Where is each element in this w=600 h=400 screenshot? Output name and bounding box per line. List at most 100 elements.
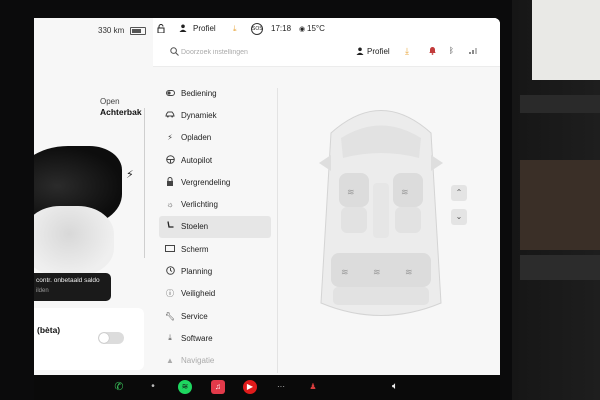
menu-label: Scherm — [181, 244, 209, 254]
beta-feature-card: (bèta) — [34, 308, 144, 370]
settings-panel: Profiel ⤓ SOS 17:18 ◉ 15°C Profiel ⤓ ᛒ — [153, 18, 500, 375]
car-icon — [163, 111, 177, 120]
profile-button[interactable]: Profiel — [367, 47, 390, 56]
menu-item-verlichting[interactable]: ☼ Verlichting — [159, 193, 271, 215]
phone-icon[interactable]: ✆ — [112, 380, 126, 394]
sos-icon[interactable]: SOS — [251, 23, 263, 35]
background-window — [532, 0, 600, 80]
settings-menu: Bediening Dynamiek ⚡ Opladen Autopilot V… — [159, 82, 271, 372]
menu-item-stoelen[interactable]: Stoelen — [159, 215, 271, 239]
menu-item-planning[interactable]: Planning — [159, 260, 271, 282]
seat-heat-icon-fl[interactable]: ≋ — [347, 187, 355, 197]
download-icon[interactable]: ⤓ — [233, 24, 237, 34]
menu-item-dynamiek[interactable]: Dynamiek — [159, 104, 271, 126]
menu-item-veiligheid[interactable]: ⓘ Veiligheid — [159, 283, 271, 305]
menu-item-autopilot[interactable]: Autopilot — [159, 149, 271, 171]
joystick-icon[interactable]: ♟ — [306, 380, 320, 394]
menu-label: Bediening — [181, 88, 217, 98]
lte-signal-icon — [469, 46, 479, 56]
trunk-name-label[interactable]: Achterbak — [100, 107, 142, 117]
lock-icon — [163, 176, 177, 188]
spotify-icon[interactable]: ≋ — [178, 380, 192, 394]
sun-icon: ☼ — [166, 200, 174, 210]
front-right-seat[interactable] — [393, 173, 423, 233]
bluetooth-icon[interactable]: ᛒ — [449, 46, 454, 55]
lock-icon[interactable] — [157, 24, 165, 34]
battery-icon — [130, 27, 146, 35]
menu-label: Veiligheid — [181, 289, 216, 299]
menu-label: Navigatie — [181, 356, 215, 366]
menu-label: Software — [181, 333, 213, 343]
profile-label[interactable]: Profiel — [193, 24, 216, 33]
menu-label: Vergrendeling — [181, 177, 231, 187]
beta-label: (bèta) — [37, 325, 61, 335]
monitor-bezel — [512, 0, 600, 400]
notification-subtitle: ilden — [36, 288, 49, 294]
front-left-seat[interactable] — [339, 173, 369, 233]
toggle-knob — [99, 333, 109, 343]
profile-person-icon[interactable] — [356, 47, 364, 57]
touchscreen: 330 km Open Achterbak ⚡ contr. onbetaald… — [34, 18, 500, 375]
steering-wheel-icon — [163, 154, 177, 166]
menu-item-opladen[interactable]: ⚡ Opladen — [159, 127, 271, 149]
seat-icon — [163, 221, 177, 232]
background-dash — [520, 95, 600, 113]
menu-label: Verlichting — [181, 200, 218, 210]
menu-label: Autopilot — [181, 155, 213, 165]
more-apps-icon[interactable]: ··· — [274, 380, 288, 394]
seat-heater-panel: ≋ ≋ ≋ ≋ ≋ ⌃ ⌄ — [283, 78, 500, 375]
display-icon — [163, 244, 177, 254]
music-icon[interactable]: ♫ — [211, 380, 225, 394]
seat-heat-icon-rl[interactable]: ≋ — [341, 267, 349, 277]
menu-item-software[interactable]: ⤓ Software — [159, 327, 271, 349]
menu-item-scherm[interactable]: Scherm — [159, 238, 271, 260]
menu-label: Planning — [181, 267, 213, 277]
toggle-icon — [163, 89, 177, 98]
notification-bell-icon[interactable] — [429, 46, 436, 57]
range-readout: 330 km — [98, 26, 125, 35]
car-seat-diagram: ≋ ≋ ≋ ≋ ≋ — [319, 110, 443, 316]
menu-label: Opladen — [181, 133, 212, 143]
seat-heat-icon-fr[interactable]: ≋ — [401, 187, 409, 197]
seat-heat-icon-rm[interactable]: ≋ — [373, 267, 381, 277]
trunk-open-label[interactable]: Open — [100, 97, 120, 106]
left-mirror — [319, 155, 331, 171]
airbag-icon: ◉ — [299, 26, 306, 33]
top-status-bar: Profiel ⤓ SOS 17:18 ◉ 15°C — [153, 18, 500, 41]
scroll-up-button[interactable]: ⌃ — [451, 185, 467, 201]
wrench-icon: 🔧︎ — [164, 311, 176, 321]
volume-icon[interactable]: 🔈︎ — [388, 380, 402, 394]
car-reflection — [34, 206, 114, 276]
notification-title: contr. onbetaald saldo — [36, 277, 100, 284]
menu-item-service[interactable]: 🔧︎ Service — [159, 305, 271, 327]
settings-header: Profiel ⤓ ᛒ — [153, 40, 500, 67]
youtube-icon[interactable]: ▶ — [243, 380, 257, 394]
charge-port-icon[interactable]: ⚡ — [126, 168, 134, 181]
background-wood-trim — [520, 160, 600, 250]
menu-item-vergrendeling[interactable]: Vergrendeling — [159, 171, 271, 193]
car-status-panel: 330 km Open Achterbak ⚡ contr. onbetaald… — [34, 18, 153, 375]
menu-label: Dynamiek — [181, 110, 217, 120]
seat-heat-icon-rr[interactable]: ≋ — [405, 267, 413, 277]
camera-icon[interactable]: • — [146, 380, 160, 394]
center-console — [373, 183, 389, 238]
search-icon — [170, 47, 179, 58]
menu-item-navigatie[interactable]: ▲ Navigatie — [159, 350, 271, 372]
background-dash-lower — [520, 255, 600, 280]
beta-toggle[interactable] — [98, 332, 124, 344]
charge-port-line — [144, 108, 145, 258]
info-icon: ⓘ — [166, 289, 174, 299]
menu-label: Stoelen — [181, 222, 209, 232]
notification-toast[interactable]: contr. onbetaald saldo ilden — [34, 273, 111, 301]
rear-bench — [331, 253, 431, 305]
software-update-icon[interactable]: ⤓ — [405, 46, 409, 57]
menu-divider — [277, 88, 278, 373]
scroll-down-button[interactable]: ⌄ — [451, 209, 467, 225]
person-icon[interactable] — [179, 24, 187, 34]
settings-search-input[interactable] — [181, 46, 331, 58]
menu-item-bediening[interactable]: Bediening — [159, 82, 271, 104]
right-mirror — [431, 155, 443, 171]
clock-icon — [163, 266, 177, 277]
download-icon: ⤓ — [168, 333, 172, 343]
menu-label: Service — [181, 311, 208, 321]
